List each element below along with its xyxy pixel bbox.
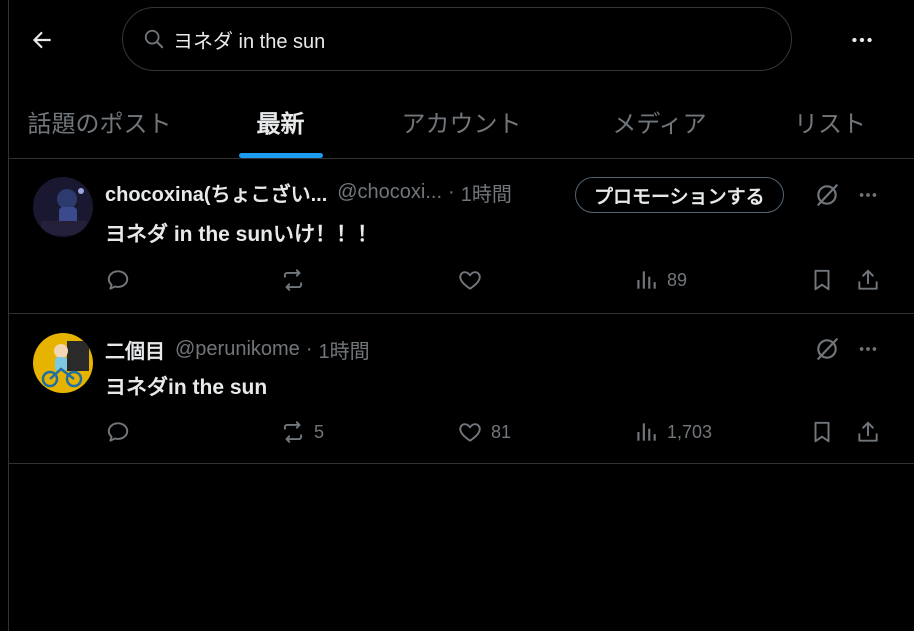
post-text: ヨネダin the sun	[105, 376, 268, 399]
reply-button[interactable]	[105, 415, 139, 449]
repost-icon	[283, 421, 303, 443]
tab-label: リスト	[794, 110, 866, 138]
more-horizontal-icon	[859, 347, 877, 351]
repost-button[interactable]: 5	[280, 415, 324, 449]
post-more-button[interactable]	[851, 332, 885, 366]
bookmark-icon	[814, 421, 830, 443]
like-count: 81	[491, 421, 512, 442]
post-header: 二個目 @perunikome · 1時間	[105, 334, 370, 364]
search-input[interactable]	[173, 27, 733, 51]
share-icon	[858, 269, 878, 290]
tab-label: 最新	[256, 110, 305, 138]
post-text: ヨネダ in the sunいけ！！！	[105, 223, 378, 246]
bookmark-icon	[814, 269, 830, 291]
tab-label: 話題のポスト	[27, 110, 172, 138]
more-horizontal-icon	[852, 37, 872, 43]
search-bar[interactable]	[122, 7, 792, 71]
tab-accounts[interactable]: アカウント	[371, 84, 552, 158]
tab-label: アカウント	[401, 110, 522, 138]
bookmark-button[interactable]	[809, 263, 835, 297]
author-handle[interactable]: @perunikome	[175, 338, 300, 361]
share-button[interactable]	[855, 263, 881, 297]
author-handle[interactable]: @chocoxi...	[337, 181, 442, 204]
author-name[interactable]: 二個目	[105, 335, 165, 364]
grok-button[interactable]	[810, 178, 844, 212]
repost-count: 5	[314, 421, 325, 442]
views-button[interactable]: 89	[633, 263, 687, 297]
share-icon	[858, 421, 878, 442]
reply-icon	[107, 270, 129, 290]
arrow-left-icon	[32, 31, 51, 49]
analytics-icon	[637, 271, 656, 289]
tab-top[interactable]: 話題のポスト	[9, 84, 190, 158]
avatar[interactable]	[33, 177, 93, 237]
promote-button[interactable]: プロモーションする	[575, 177, 784, 213]
heart-icon	[459, 271, 481, 290]
avatar-image	[33, 177, 93, 237]
active-tab-indicator	[238, 153, 323, 158]
grok-icon	[817, 184, 838, 206]
reply-button[interactable]	[105, 263, 139, 297]
repost-button[interactable]	[280, 263, 314, 297]
view-count: 1,703	[667, 421, 713, 442]
reply-icon	[107, 422, 129, 442]
post-time[interactable]: 1時間	[461, 178, 512, 207]
post-time[interactable]: 1時間	[318, 335, 369, 364]
tab-latest[interactable]: 最新	[190, 84, 371, 158]
avatar[interactable]	[33, 333, 93, 393]
separator: ·	[305, 337, 313, 360]
more-options-button[interactable]	[842, 20, 882, 60]
author-name[interactable]: chocoxina(ちょこざい...	[105, 178, 327, 207]
analytics-icon	[637, 423, 656, 441]
separator: ·	[448, 180, 455, 203]
post-item[interactable]: chocoxina(ちょこざい... @chocoxi... · 1時間 プロモ…	[9, 160, 914, 314]
search-icon	[144, 29, 164, 49]
back-button[interactable]	[22, 20, 62, 60]
like-button[interactable]: 81	[457, 415, 511, 449]
grok-button[interactable]	[810, 332, 844, 366]
share-button[interactable]	[855, 415, 881, 449]
post-header: chocoxina(ちょこざい... @chocoxi... · 1時間	[105, 177, 512, 207]
views-button[interactable]: 1,703	[633, 415, 712, 449]
search-tabs: 話題のポスト 最新 アカウント メディア リスト	[9, 84, 914, 159]
view-count: 89	[667, 269, 688, 290]
avatar-image	[33, 333, 93, 393]
tab-media[interactable]: メディア	[552, 84, 767, 158]
like-button[interactable]	[457, 263, 491, 297]
heart-icon	[459, 423, 481, 442]
repost-icon	[283, 269, 303, 291]
grok-icon	[817, 338, 838, 360]
bookmark-button[interactable]	[809, 415, 835, 449]
post-more-button[interactable]	[851, 178, 885, 212]
post-item[interactable]: 二個目 @perunikome · 1時間 ヨネダin the sun 5 81	[9, 314, 914, 464]
tab-label: メディア	[612, 110, 707, 138]
more-horizontal-icon	[859, 193, 877, 197]
tab-lists[interactable]: リスト	[767, 84, 893, 158]
